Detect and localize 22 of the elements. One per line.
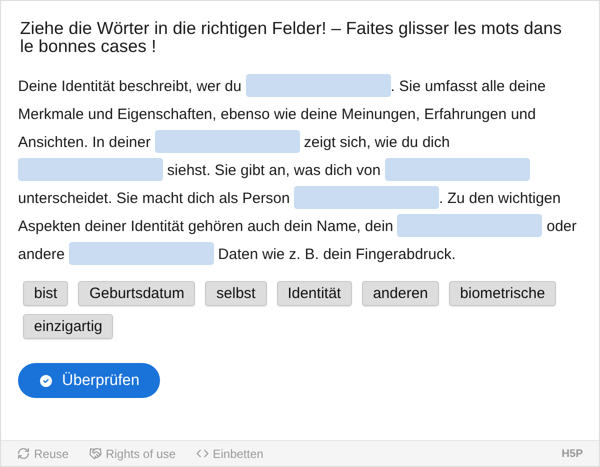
task-title: Ziehe die Wörter in die richtigen Felder! – Faites glisser les mots dans le bonnes cases ! [19,17,563,55]
drop-zone[interactable] [384,158,530,181]
draggable-word[interactable]: Geburtsdatum [78,281,196,306]
draggable-word[interactable]: biometrische [449,281,556,306]
handshake-icon [88,447,102,460]
drop-zone[interactable] [397,214,542,237]
logo: H5P [562,448,583,460]
drop-zone[interactable] [154,130,300,153]
drop-zone[interactable] [18,158,163,181]
drop-zone[interactable] [68,242,214,265]
refresh-icon [17,447,30,460]
draggable-word[interactable]: Identität [276,281,352,306]
draggable-word[interactable]: selbst [205,281,267,306]
drop-zone[interactable] [294,186,439,209]
check-icon [38,372,54,388]
code-icon [196,447,209,460]
cloze-paragraph: Deine Identität beschreibt, wer du . Sie umfasst alle deine Merkmale und Eigenschaften, ebenso wie deine Meinungen, Erfahrungen und Ansichten. In deiner zeigt sich, wie du dich siehst. Sie gibt an, was dich von unterscheidet. Sie macht dich als Person . Zu den wichtigen Aspekten deiner Identität gehören auch dein Name, dein oder andere Daten wie z. B. dein Fingerabdruck. [18,73,583,269]
draggable-word[interactable]: einzigartig [23,314,114,339]
draggable-word[interactable]: anderen [362,281,440,306]
drop-zone[interactable] [246,74,391,97]
draggable-word[interactable]: bist [23,281,68,306]
check-button[interactable]: Überprüfen [18,363,160,398]
